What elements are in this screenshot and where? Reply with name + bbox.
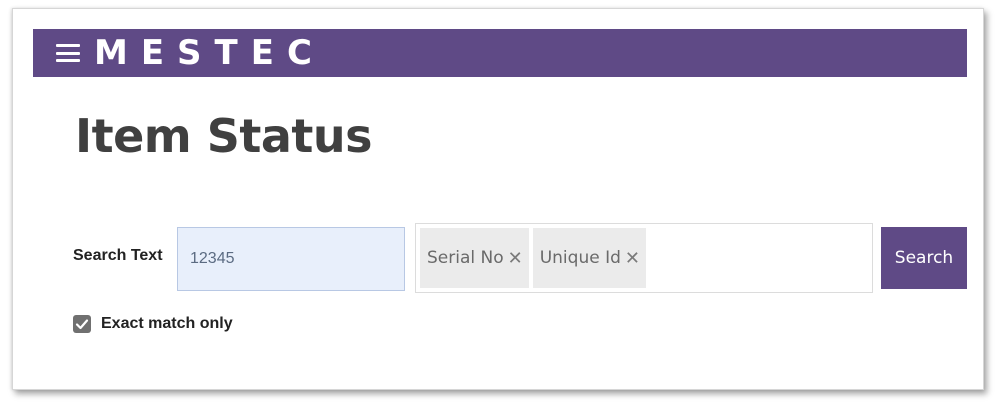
search-input[interactable] xyxy=(177,227,405,291)
field-tag-label: Serial No xyxy=(427,248,504,268)
checkmark-icon xyxy=(75,319,89,330)
exact-match-label: Exact match only xyxy=(101,315,233,332)
close-icon[interactable]: ✕ xyxy=(508,248,523,269)
field-tag-unique-id: Unique Id ✕ xyxy=(532,228,646,288)
search-button[interactable]: Search xyxy=(881,227,967,289)
field-tag-label: Unique Id xyxy=(539,248,621,268)
search-fields-selector[interactable]: Serial No ✕ Unique Id ✕ xyxy=(415,223,873,293)
top-navigation-bar: MESTEC xyxy=(33,29,967,77)
field-tag-serial-no: Serial No ✕ xyxy=(420,228,529,288)
page-title: Item Status xyxy=(75,109,373,163)
exact-match-checkbox[interactable] xyxy=(73,315,91,333)
hamburger-menu-icon[interactable] xyxy=(56,44,80,62)
app-window: MESTEC Item Status Search Text Serial No… xyxy=(12,8,984,390)
search-text-label: Search Text xyxy=(73,247,163,264)
close-icon[interactable]: ✕ xyxy=(625,248,640,269)
brand-logo: MESTEC xyxy=(94,33,325,73)
exact-match-option: Exact match only xyxy=(73,315,233,333)
